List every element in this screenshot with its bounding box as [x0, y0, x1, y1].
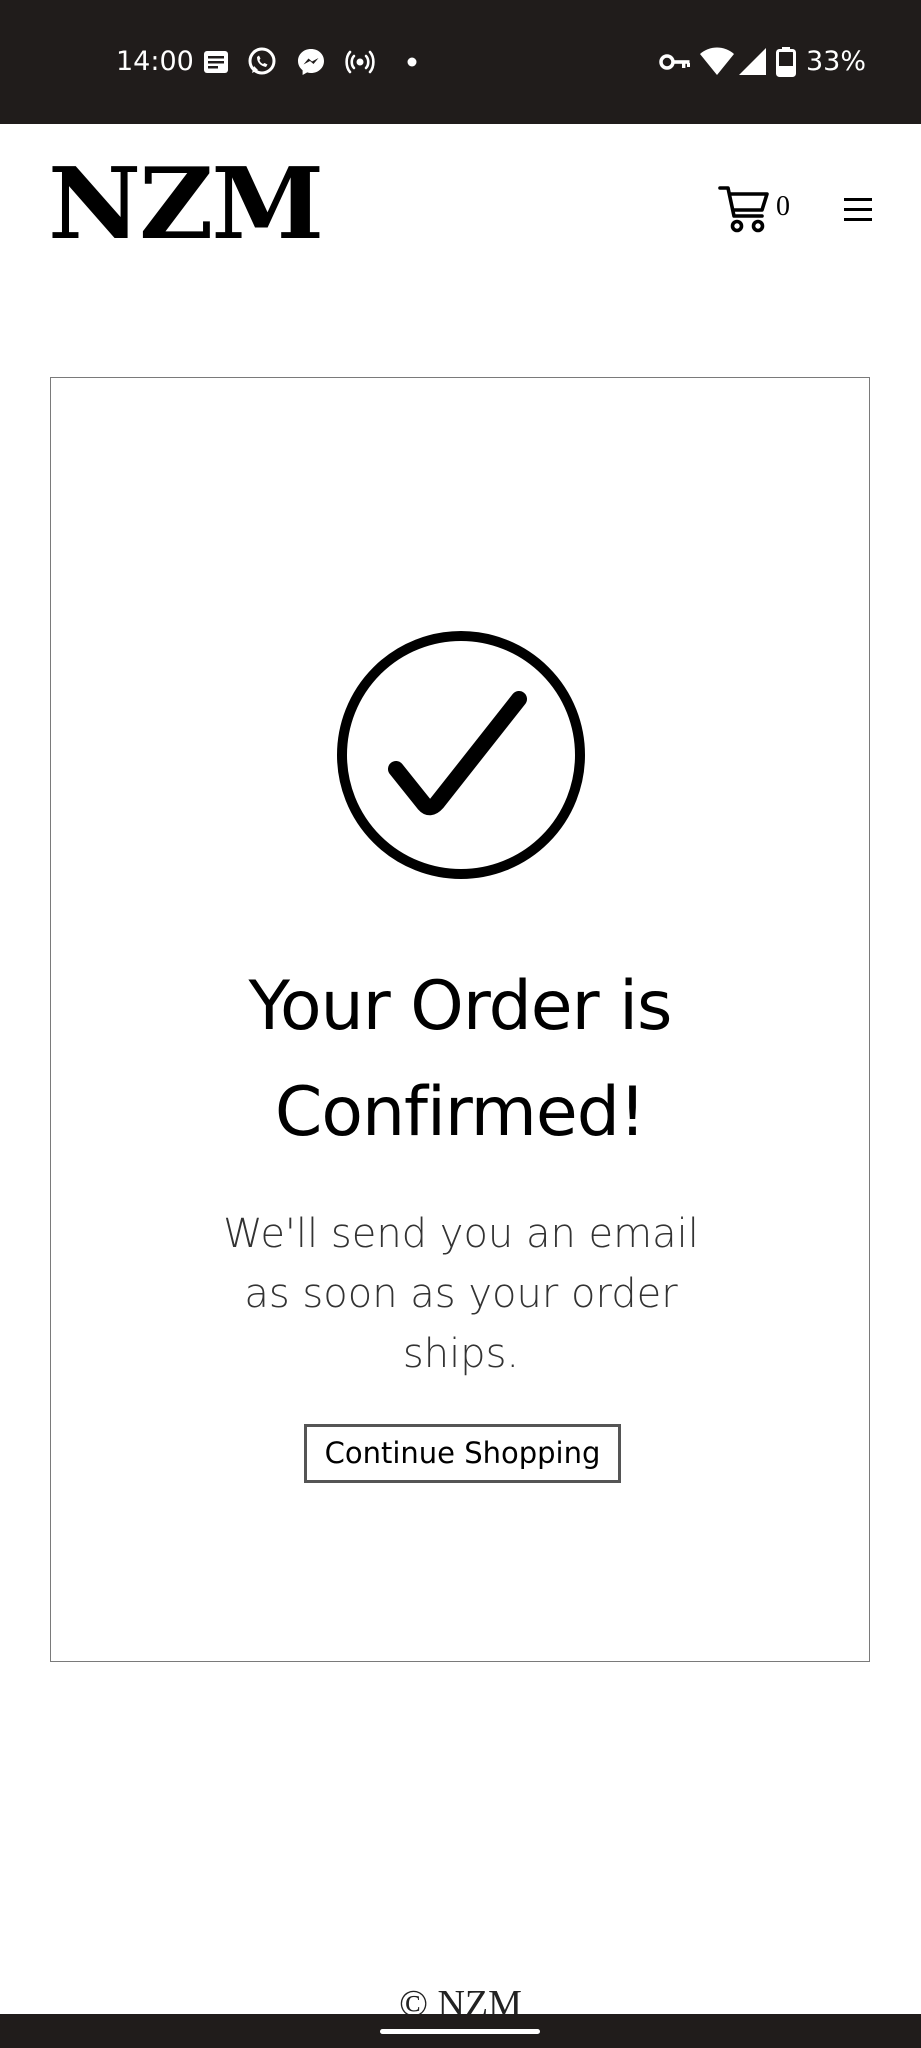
signal-icon	[739, 48, 766, 75]
dot-icon	[407, 57, 417, 67]
status-bar: 14:00 33%	[0, 0, 921, 124]
vpn-key-icon	[659, 54, 690, 70]
confirmation-message-line: We'll send you an email	[223, 1211, 699, 1257]
messenger-icon	[298, 49, 324, 75]
wifi-icon	[700, 47, 734, 75]
confirmation-title-line: Your Order is	[248, 967, 673, 1046]
cart-button[interactable]: 0	[718, 184, 790, 236]
home-gesture-handle[interactable]	[380, 2029, 540, 2034]
menu-icon	[844, 198, 872, 201]
confirmation-title: Your Order is Confirmed!	[51, 954, 869, 1166]
confirmation-message-line: ships.	[402, 1331, 520, 1377]
order-confirmation-card: Your Order is Confirmed! We'll send you …	[50, 377, 870, 1662]
menu-icon-line	[844, 208, 872, 211]
cart-count: 0	[776, 191, 790, 222]
brand-logo[interactable]: NZM	[48, 150, 324, 260]
menu-button[interactable]	[838, 190, 878, 230]
continue-shopping-button[interactable]: Continue Shopping	[304, 1424, 621, 1483]
cart-icon	[718, 186, 769, 233]
status-time: 14:00	[116, 46, 194, 77]
confirmation-title-line: Confirmed!	[274, 1073, 646, 1152]
battery-percentage: 33%	[806, 46, 867, 77]
whatsapp-icon	[248, 47, 276, 75]
menu-icon-line	[844, 218, 872, 221]
battery-icon	[776, 47, 796, 77]
navigation-bar	[0, 2014, 921, 2048]
news-icon	[204, 51, 228, 73]
confirmation-message: We'll send you an email as soon as your …	[211, 1204, 711, 1384]
check-circle-icon	[337, 631, 585, 879]
confirmation-message-line: as soon as your order	[244, 1271, 678, 1317]
hotspot-icon	[345, 50, 375, 74]
